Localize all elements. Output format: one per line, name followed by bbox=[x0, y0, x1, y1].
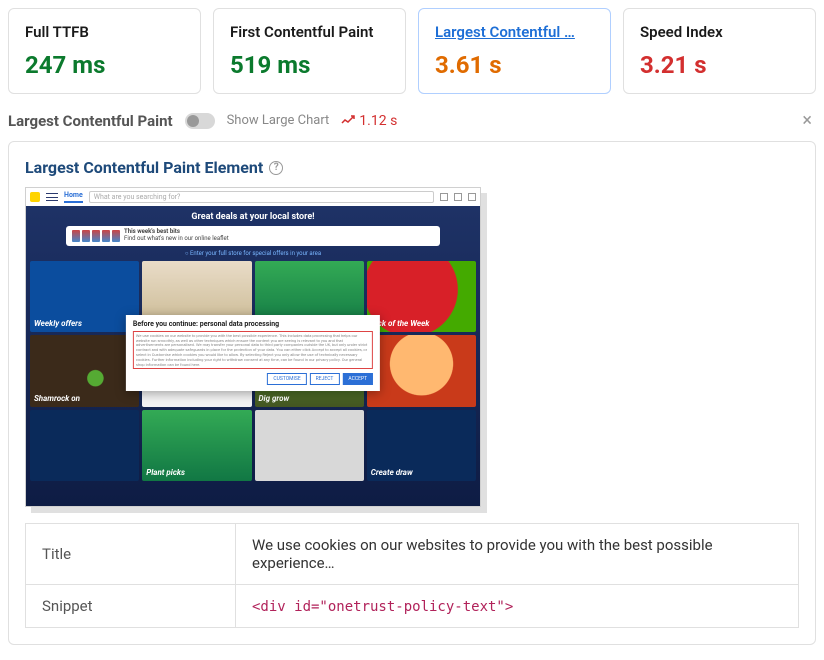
ss-home-tab: Home bbox=[64, 191, 83, 203]
ss-customise-button: CUSTOMISE bbox=[267, 373, 306, 385]
ss-tile-label: Shamrock on bbox=[34, 395, 80, 403]
metric-title: Speed Index bbox=[640, 23, 799, 41]
row-value: <div id="onetrust-policy-text"> bbox=[236, 585, 799, 628]
ss-banner: Great deals at your local store! This we… bbox=[26, 206, 480, 507]
ss-link-row: Enter your full store for special offers… bbox=[26, 250, 480, 257]
ss-logo-icon bbox=[30, 192, 40, 202]
ss-accept-button: ACCEPT bbox=[342, 373, 373, 385]
metric-value: 3.61 s bbox=[435, 51, 594, 79]
metric-title: Full TTFB bbox=[25, 23, 184, 41]
ss-heading: Great deals at your local store! bbox=[26, 212, 480, 222]
trend-value: 1.12 s bbox=[359, 113, 397, 129]
ss-cookie-dialog: Before you continue: personal data proce… bbox=[126, 315, 380, 391]
help-icon[interactable]: ? bbox=[269, 161, 283, 175]
metric-title[interactable]: Largest Contentful … bbox=[435, 23, 594, 41]
ss-topbar: Home What are you searching for? bbox=[26, 188, 480, 206]
section-bar: Largest Contentful Paint Show Large Char… bbox=[8, 110, 816, 131]
metric-card-fcp[interactable]: First Contentful Paint 519 ms bbox=[213, 8, 406, 94]
table-row: Snippet <div id="onetrust-policy-text"> bbox=[26, 585, 799, 628]
metric-card-speed-index[interactable]: Speed Index 3.21 s bbox=[623, 8, 816, 94]
row-label: Snippet bbox=[26, 585, 236, 628]
snippet-code: <div id="onetrust-policy-text"> bbox=[252, 599, 513, 615]
ss-dialog-body: We use cookies on our website to provide… bbox=[133, 331, 373, 369]
ss-bar-icon bbox=[468, 193, 476, 201]
lcp-info-table: Title We use cookies on our websites to … bbox=[25, 523, 799, 628]
details-title: Largest Contentful Paint Element ? bbox=[25, 158, 799, 177]
ss-strip: This week's best bits Find out what's ne… bbox=[66, 226, 440, 246]
table-row: Title We use cookies on our websites to … bbox=[26, 524, 799, 585]
metrics-row: Full TTFB 247 ms First Contentful Paint … bbox=[8, 8, 816, 94]
metric-value: 3.21 s bbox=[640, 51, 799, 79]
ss-dialog-title: Before you continue: personal data proce… bbox=[133, 320, 373, 328]
metric-value: 247 ms bbox=[25, 51, 184, 79]
toggle-label: Show Large Chart bbox=[227, 113, 330, 128]
ss-bar-icon bbox=[440, 193, 448, 201]
metric-value: 519 ms bbox=[230, 51, 389, 79]
ss-search: What are you searching for? bbox=[89, 191, 434, 203]
row-value: We use cookies on our websites to provid… bbox=[236, 524, 799, 585]
metric-card-ttfb[interactable]: Full TTFB 247 ms bbox=[8, 8, 201, 94]
trend-indicator: 1.12 s bbox=[341, 113, 397, 129]
metric-card-lcp[interactable]: Largest Contentful … 3.61 s bbox=[418, 8, 611, 94]
ss-bar-icon bbox=[454, 193, 462, 201]
ss-dialog-buttons: CUSTOMISE REJECT ACCEPT bbox=[133, 373, 373, 385]
section-title: Largest Contentful Paint bbox=[8, 112, 173, 130]
ss-tile-label: Create draw bbox=[371, 469, 413, 477]
ss-strip-sub: Find out what's new in our online leafle… bbox=[124, 235, 229, 242]
ss-reject-button: REJECT bbox=[310, 373, 340, 385]
ss-menu-icon bbox=[46, 193, 58, 201]
details-panel: Largest Contentful Paint Element ? Home … bbox=[8, 141, 816, 645]
row-label: Title bbox=[26, 524, 236, 585]
trend-up-icon bbox=[341, 114, 355, 128]
close-icon[interactable]: × bbox=[798, 110, 816, 131]
ss-tile-label: Plant picks bbox=[146, 469, 185, 477]
ss-tile-label: Dig grow bbox=[259, 395, 290, 403]
details-title-text: Largest Contentful Paint Element bbox=[25, 158, 263, 177]
metric-title: First Contentful Paint bbox=[230, 23, 389, 41]
ss-tile-label: Weekly offers bbox=[34, 320, 82, 328]
lcp-screenshot: Home What are you searching for? Great d… bbox=[25, 187, 481, 507]
large-chart-toggle[interactable] bbox=[185, 113, 215, 129]
